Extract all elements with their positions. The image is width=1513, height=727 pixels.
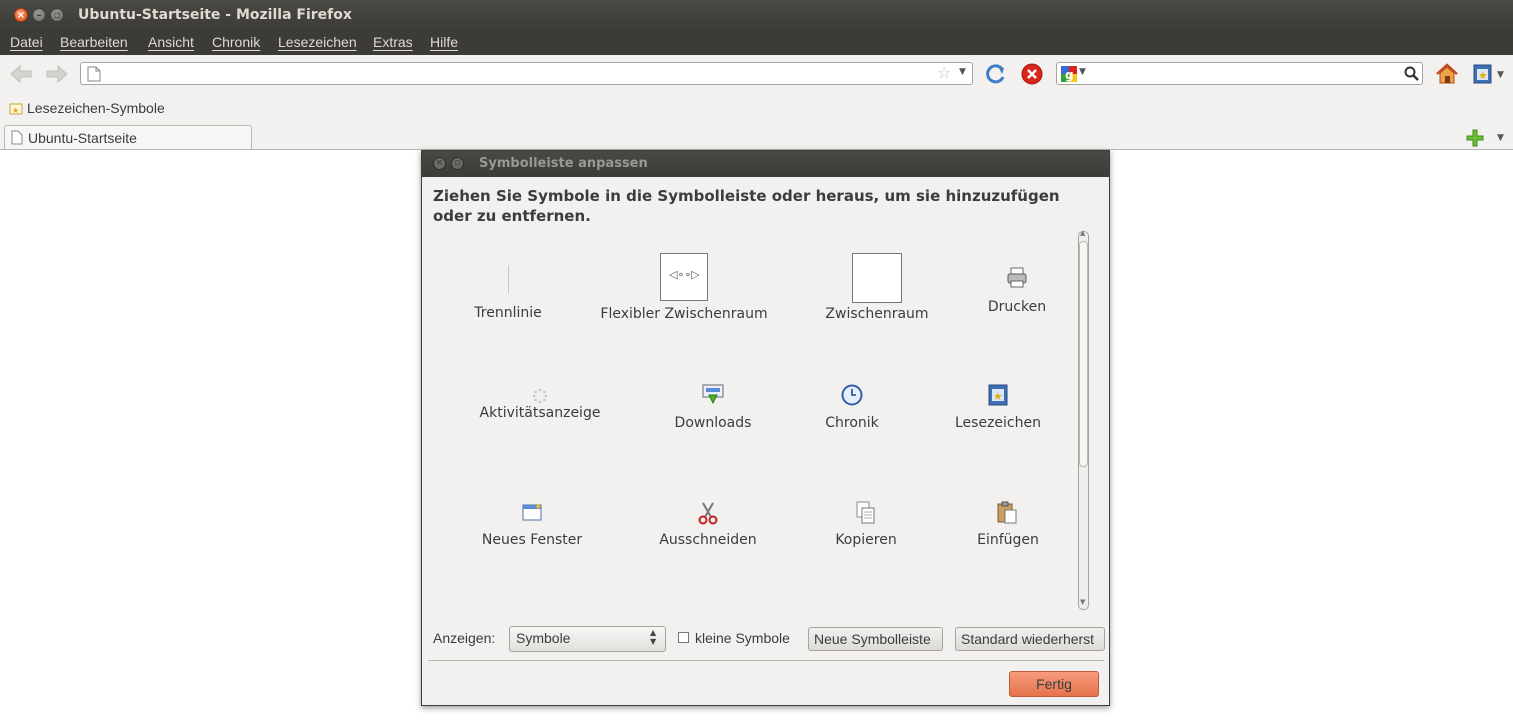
paste-icon — [997, 501, 1017, 524]
items-scrollbar[interactable]: ▲ ▼ — [1078, 229, 1089, 610]
menu-hilfe[interactable]: Hilfe — [430, 34, 458, 50]
dialog-title: Symbolleiste anpassen — [479, 156, 648, 171]
item-label: Zwischenraum — [825, 306, 929, 322]
item-label: Lesezeichen — [955, 415, 1041, 431]
tab-label: Ubuntu-Startseite — [28, 130, 137, 146]
stop-icon[interactable] — [1021, 63, 1043, 85]
window-close-button[interactable]: × — [14, 8, 28, 22]
small-icons-label[interactable]: kleine Symbole — [695, 630, 790, 646]
forward-arrow-icon[interactable] — [44, 63, 70, 85]
customize-toolbar-dialog: × ▫ Symbolleiste anpassen Ziehen Sie Sym… — [421, 150, 1110, 706]
tab-ubuntu-startseite[interactable]: Ubuntu-Startseite — [4, 125, 252, 149]
window-titlebar: × – ▫ Ubuntu-Startseite - Mozilla Firefo… — [0, 0, 1513, 31]
show-label: Anzeigen: — [433, 630, 496, 646]
item-chronik[interactable]: Chronik — [812, 383, 892, 443]
home-icon[interactable] — [1435, 62, 1459, 86]
select-updown-icon: ▲ ▼ — [650, 628, 657, 646]
item-flexibler-zwischenraum[interactable]: ◁∘∘▷ Flexibler Zwischenraum — [599, 251, 769, 326]
svg-text:★: ★ — [993, 390, 1003, 403]
item-label: Neues Fenster — [481, 532, 583, 548]
item-einfuegen[interactable]: Einfügen — [968, 501, 1048, 561]
new-toolbar-button[interactable]: Neue Symbolleiste — [808, 627, 943, 651]
item-label: Chronik — [825, 415, 879, 431]
item-lesezeichen[interactable]: ★ Lesezeichen — [948, 383, 1048, 443]
window-maximize-button[interactable]: ▫ — [50, 8, 64, 22]
item-label: Flexibler Zwischenraum — [600, 306, 768, 322]
reload-icon[interactable] — [985, 63, 1007, 85]
scroll-down-icon[interactable]: ▼ — [1080, 598, 1085, 606]
item-label: Drucken — [987, 299, 1047, 315]
flexible-space-icon: ◁∘∘▷ — [660, 253, 708, 301]
scroll-up-icon[interactable]: ▲ — [1080, 229, 1085, 237]
menu-lesezeichen[interactable]: Lesezeichen — [278, 34, 357, 50]
restore-defaults-button[interactable]: Standard wiederherst — [955, 627, 1105, 651]
page-icon — [87, 66, 101, 82]
new-tab-plus-icon[interactable] — [1466, 129, 1484, 147]
dialog-maximize-button[interactable]: ▫ — [451, 157, 464, 170]
bookmarks-star-icon: ★ — [988, 384, 1008, 406]
svg-text:g: g — [1065, 68, 1074, 82]
bookmarks-toolbar: ★ Lesezeichen-Symbole — [0, 95, 1513, 122]
item-label: Downloads — [674, 415, 752, 431]
item-label: Aktivitätsanzeige — [479, 405, 601, 421]
menu-ansicht[interactable]: Ansicht — [148, 34, 194, 50]
copy-icon — [856, 501, 875, 524]
item-drucken[interactable]: Drucken — [972, 251, 1062, 326]
item-ausschneiden[interactable]: Ausschneiden — [653, 501, 763, 561]
dialog-close-button[interactable]: × — [433, 157, 446, 170]
item-label: Trennlinie — [474, 305, 542, 321]
star-icon[interactable]: ☆ — [937, 63, 951, 82]
svg-text:✦: ✦ — [534, 502, 542, 513]
item-label: Ausschneiden — [659, 532, 757, 548]
clock-icon — [841, 384, 863, 406]
dialog-separator — [428, 660, 1104, 661]
menubar: Datei Bearbeiten Ansicht Chronik Lesezei… — [0, 31, 1513, 55]
window-minimize-button[interactable]: – — [32, 8, 46, 22]
menu-bearbeiten[interactable]: Bearbeiten — [60, 34, 128, 50]
printer-icon — [1007, 267, 1027, 288]
dialog-heading: Ziehen Sie Symbole in die Symbolleiste o… — [433, 187, 1060, 225]
small-icons-checkbox[interactable] — [678, 632, 689, 643]
google-icon[interactable]: g — [1061, 66, 1077, 82]
bookmarks-toolbar-item[interactable]: Lesezeichen-Symbole — [27, 100, 165, 116]
search-engine-dropdown-icon[interactable]: ▼ — [1079, 67, 1086, 77]
search-bar[interactable]: g ▼ — [1056, 62, 1423, 85]
bookmarks-menu-icon[interactable]: ★ — [1472, 63, 1494, 85]
downloads-icon — [702, 384, 724, 405]
menu-chronik[interactable]: Chronik — [212, 34, 260, 50]
scissors-icon — [698, 502, 718, 525]
show-mode-select[interactable]: Symbole ▲ ▼ — [509, 626, 666, 652]
scrollbar-thumb[interactable] — [1079, 241, 1088, 467]
space-icon — [852, 253, 902, 303]
item-neues-fenster[interactable]: ✦ Neues Fenster — [477, 501, 587, 561]
svg-text:★: ★ — [12, 106, 19, 115]
menu-datei[interactable]: Datei — [10, 34, 43, 50]
menu-extras[interactable]: Extras — [373, 34, 413, 50]
done-button[interactable]: Fertig — [1009, 671, 1099, 697]
page-icon — [11, 130, 23, 145]
item-zwischenraum[interactable]: Zwischenraum — [817, 251, 937, 326]
separator-icon — [508, 265, 509, 293]
window-title: Ubuntu-Startseite - Mozilla Firefox — [78, 7, 352, 23]
item-downloads[interactable]: Downloads — [663, 383, 763, 443]
item-label: Kopieren — [835, 532, 897, 548]
tab-list-dropdown-icon[interactable]: ▼ — [1497, 133, 1504, 143]
back-arrow-icon[interactable] — [8, 63, 34, 85]
bookmarks-folder-icon: ★ — [9, 103, 23, 115]
throbber-icon — [532, 388, 548, 404]
dialog-titlebar: × ▫ Symbolleiste anpassen — [422, 151, 1109, 177]
search-icon[interactable] — [1404, 66, 1420, 82]
new-window-icon: ✦ — [522, 502, 542, 521]
item-kopieren[interactable]: Kopieren — [822, 501, 910, 561]
item-aktivitaetsanzeige[interactable]: Aktivitätsanzeige — [475, 383, 605, 443]
url-bar[interactable]: ☆ ▼ — [80, 62, 973, 85]
item-label: Einfügen — [977, 532, 1039, 548]
url-dropdown-icon[interactable]: ▼ — [959, 67, 966, 77]
show-mode-value: Symbole — [516, 630, 571, 646]
bookmarks-dropdown-icon[interactable]: ▼ — [1497, 70, 1504, 80]
item-trennlinie[interactable]: Trennlinie — [458, 251, 558, 326]
svg-text:★: ★ — [1478, 69, 1488, 82]
